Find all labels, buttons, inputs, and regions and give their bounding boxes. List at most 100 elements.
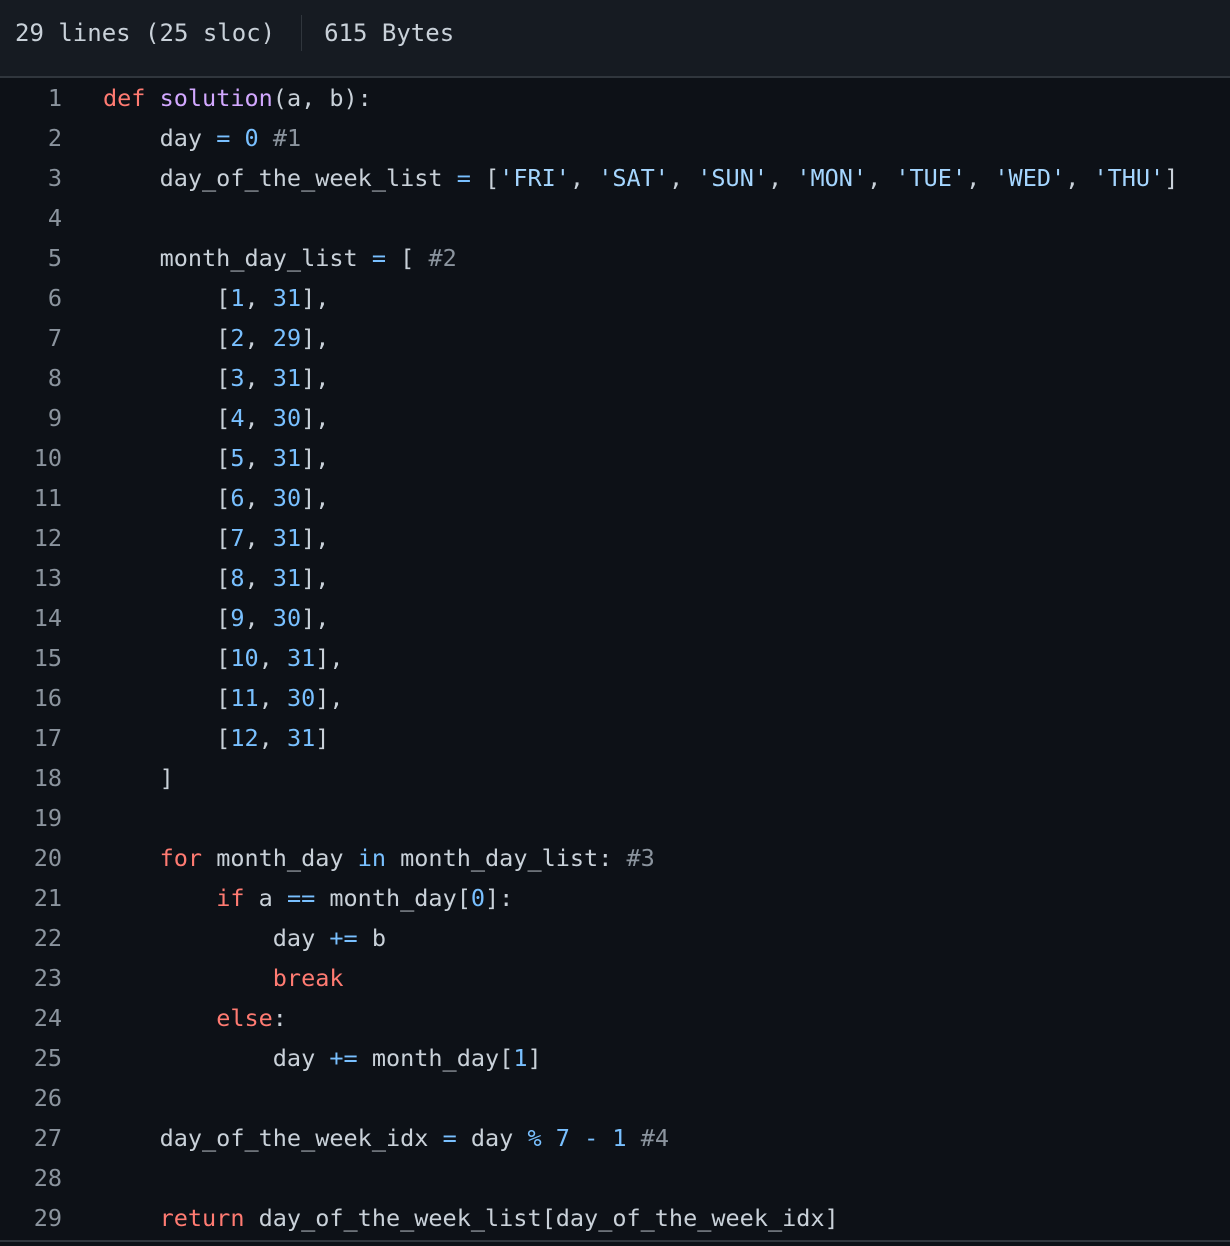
line-number[interactable]: 12: [0, 524, 62, 552]
code-line: 1 def solution(a, b):: [0, 78, 1230, 118]
code-token: 30: [272, 404, 302, 432]
code-token: (a, b):: [272, 84, 372, 112]
line-number[interactable]: 3: [0, 164, 62, 192]
code-token: 'WED': [994, 164, 1066, 192]
code-token: ,: [768, 164, 797, 192]
code-token: 7: [230, 524, 245, 552]
code-token: ,: [258, 724, 287, 752]
line-number[interactable]: 2: [0, 124, 62, 152]
code-token: ==: [286, 884, 316, 912]
code-token: ]: [1164, 164, 1179, 192]
code-token: def: [103, 84, 146, 112]
line-number[interactable]: 14: [0, 604, 62, 632]
file-header: 29 lines (25 sloc) 615 Bytes: [0, 0, 1230, 78]
code-token: ]: [527, 1044, 542, 1072]
code-line: 29 return day_of_the_week_list[day_of_th…: [0, 1198, 1230, 1238]
line-number[interactable]: 17: [0, 724, 62, 752]
line-number[interactable]: 27: [0, 1124, 62, 1152]
code-token: 'MON': [796, 164, 868, 192]
code-token: #4: [640, 1124, 670, 1152]
line-number[interactable]: 20: [0, 844, 62, 872]
line-number[interactable]: 13: [0, 564, 62, 592]
code-token: day_of_the_week_idx: [103, 1124, 443, 1152]
code-text: [6, 30],: [62, 484, 1230, 512]
code-line: 26: [0, 1078, 1230, 1118]
line-number[interactable]: 6: [0, 284, 62, 312]
code-token: 8: [230, 564, 245, 592]
code-token: 30: [286, 684, 316, 712]
line-number[interactable]: 8: [0, 364, 62, 392]
line-number[interactable]: 22: [0, 924, 62, 952]
code-text: day_of_the_week_list = ['FRI', 'SAT', 'S…: [62, 164, 1230, 192]
code-token: [: [470, 164, 500, 192]
code-token: ,: [244, 364, 273, 392]
code-token: day: [103, 124, 217, 152]
line-number[interactable]: 9: [0, 404, 62, 432]
line-number[interactable]: 1: [0, 84, 62, 112]
code-token: 30: [272, 604, 302, 632]
line-number[interactable]: 11: [0, 484, 62, 512]
line-number[interactable]: 25: [0, 1044, 62, 1072]
code-text: [11, 30],: [62, 684, 1230, 712]
code-token: ]:: [485, 884, 514, 912]
code-view[interactable]: 1 def solution(a, b): 2 day = 0 #1 3 day_of…: [0, 78, 1230, 1238]
code-token: if: [216, 884, 245, 912]
code-token: =: [371, 244, 386, 272]
line-number[interactable]: 21: [0, 884, 62, 912]
line-number[interactable]: 16: [0, 684, 62, 712]
code-token: 31: [272, 564, 302, 592]
code-token: ,: [244, 524, 273, 552]
code-token: [: [103, 564, 231, 592]
code-text: day_of_the_week_idx = day % 7 - 1 #4: [62, 1124, 1230, 1152]
code-token: ],: [301, 444, 330, 472]
line-number[interactable]: 18: [0, 764, 62, 792]
line-number[interactable]: 10: [0, 444, 62, 472]
code-line: 27 day_of_the_week_idx = day % 7 - 1 #4: [0, 1118, 1230, 1158]
line-number[interactable]: 24: [0, 1004, 62, 1032]
code-token: 1: [513, 1044, 528, 1072]
code-token: day: [456, 1124, 528, 1152]
code-text: def solution(a, b):: [62, 84, 1230, 112]
line-number[interactable]: 19: [0, 804, 62, 832]
code-token: ,: [244, 404, 273, 432]
code-text: [3, 31],: [62, 364, 1230, 392]
code-token: 31: [272, 444, 302, 472]
code-token: 31: [272, 524, 302, 552]
line-number[interactable]: 4: [0, 204, 62, 232]
code-line: 14 [9, 30],: [0, 598, 1230, 638]
line-number[interactable]: 5: [0, 244, 62, 272]
line-number[interactable]: 28: [0, 1164, 62, 1192]
code-token: [: [103, 684, 231, 712]
line-number[interactable]: 7: [0, 324, 62, 352]
code-token: ,: [668, 164, 698, 192]
code-token: day_of_the_week_list: [103, 164, 457, 192]
code-token: month_day_list: [103, 244, 372, 272]
code-token: ,: [244, 444, 273, 472]
code-token: 'SAT': [598, 164, 669, 192]
code-token: #3: [626, 844, 655, 872]
code-token: ]: [315, 724, 330, 752]
line-number[interactable]: 26: [0, 1084, 62, 1112]
code-token: ,: [966, 164, 995, 192]
code-line: 24 else:: [0, 998, 1230, 1038]
code-text: [12, 31]: [62, 724, 1230, 752]
line-number[interactable]: 23: [0, 964, 62, 992]
code-text: return day_of_the_week_list[day_of_the_w…: [62, 1204, 1230, 1232]
line-number[interactable]: 15: [0, 644, 62, 672]
code-line: 16 [11, 30],: [0, 678, 1230, 718]
code-token: 12: [230, 724, 259, 752]
code-token: -: [584, 1124, 599, 1152]
code-line: 10 [5, 31],: [0, 438, 1230, 478]
code-token: 11: [230, 684, 259, 712]
code-line: 19: [0, 798, 1230, 838]
code-token: a: [244, 884, 287, 912]
code-token: ],: [301, 284, 330, 312]
code-token: ,: [244, 484, 273, 512]
code-line: 3 day_of_the_week_list = ['FRI', 'SAT', …: [0, 158, 1230, 198]
line-number[interactable]: 29: [0, 1204, 62, 1232]
code-token: ],: [301, 564, 330, 592]
code-token: ,: [258, 684, 287, 712]
